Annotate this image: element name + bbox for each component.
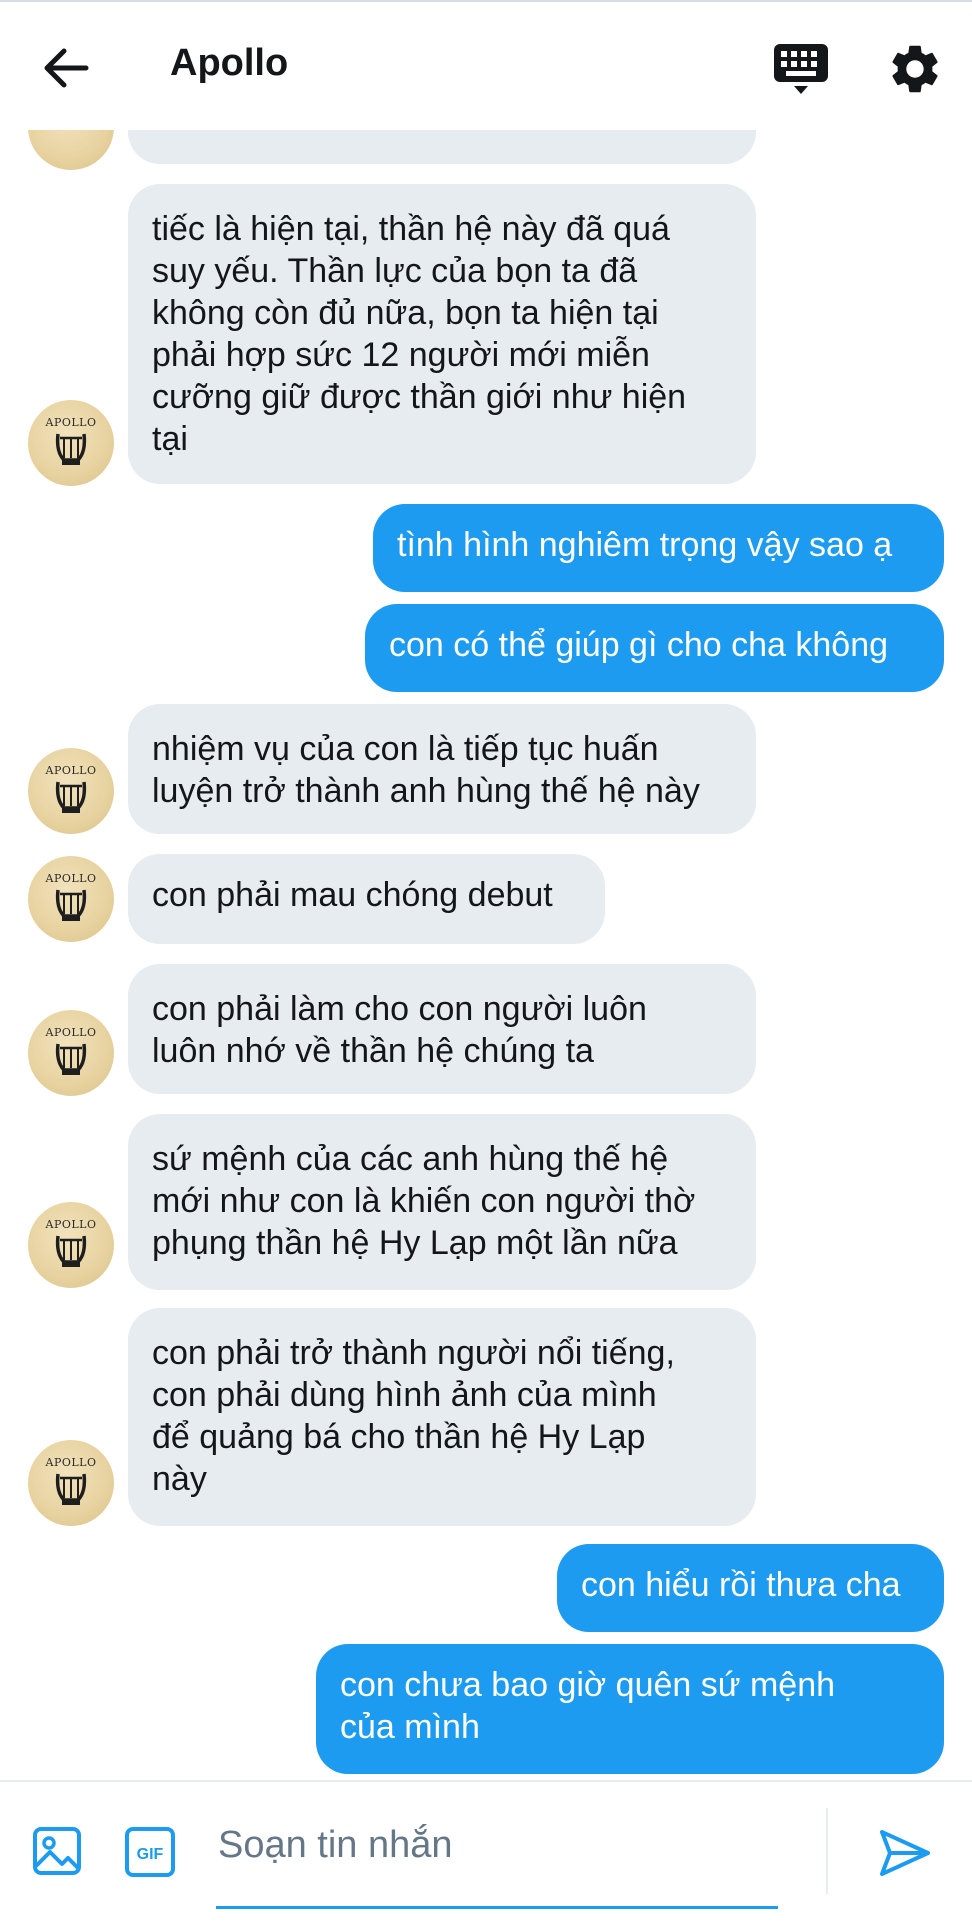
keyboard-icon <box>774 44 828 94</box>
message-input[interactable] <box>216 1810 782 1880</box>
back-button[interactable] <box>42 46 90 90</box>
send-icon <box>880 1830 930 1876</box>
message-bubble: con có thể giúp gì cho cha không <box>365 604 944 692</box>
avatar: APOLLO <box>28 748 114 834</box>
avatar: APOLLO <box>28 856 114 942</box>
send-button[interactable] <box>878 1826 932 1880</box>
message-bubble-partial <box>128 130 756 164</box>
message-bubble: con hiểu rồi thưa cha <box>557 1544 944 1632</box>
message-bubble: con chưa bao giờ quên sứ mệnh của mình <box>316 1644 944 1774</box>
avatar: APOLLO <box>28 400 114 486</box>
page-title: Apollo <box>170 42 289 84</box>
message-bubble: con phải trở thành người nổi tiếng, con … <box>128 1308 756 1526</box>
divider <box>826 1808 828 1894</box>
gear-icon <box>892 45 938 93</box>
input-underline <box>216 1906 778 1909</box>
avatar: APOLLO <box>28 1010 114 1096</box>
message-bubble: tình hình nghiêm trọng vậy sao ạ <box>373 504 944 592</box>
message-bubble: sứ mệnh của các anh hùng thế hệ mới như … <box>128 1114 756 1290</box>
conversation-header: Apollo <box>0 2 972 130</box>
message-list[interactable]: tiếc là hiện tại, thần hệ này đã quá suy… <box>0 130 972 1780</box>
avatar: APOLLO <box>28 1202 114 1288</box>
message-bubble: tiếc là hiện tại, thần hệ này đã quá suy… <box>128 184 756 484</box>
image-icon <box>33 1827 81 1875</box>
message-bubble: con phải làm cho con người luôn luôn nhớ… <box>128 964 756 1094</box>
message-bubble: nhiệm vụ của con là tiếp tục huấn luyện … <box>128 704 756 834</box>
lyre-icon <box>55 781 87 813</box>
svg-text:GIF: GIF <box>137 1846 164 1863</box>
message-composer: GIF <box>0 1780 972 1922</box>
add-image-button[interactable] <box>32 1826 82 1876</box>
lyre-icon <box>55 433 87 465</box>
gif-icon: GIF <box>125 1827 175 1877</box>
lyre-icon <box>55 1473 87 1505</box>
lyre-icon <box>55 889 87 921</box>
lyre-icon <box>55 1043 87 1075</box>
settings-button[interactable] <box>886 40 944 98</box>
keyboard-button[interactable] <box>772 42 830 96</box>
avatar <box>28 130 114 170</box>
avatar: APOLLO <box>28 1440 114 1526</box>
message-bubble: con phải mau chóng debut <box>128 854 605 944</box>
back-arrow-icon <box>44 48 89 88</box>
add-gif-button[interactable]: GIF <box>124 1826 176 1878</box>
lyre-icon <box>55 1235 87 1267</box>
